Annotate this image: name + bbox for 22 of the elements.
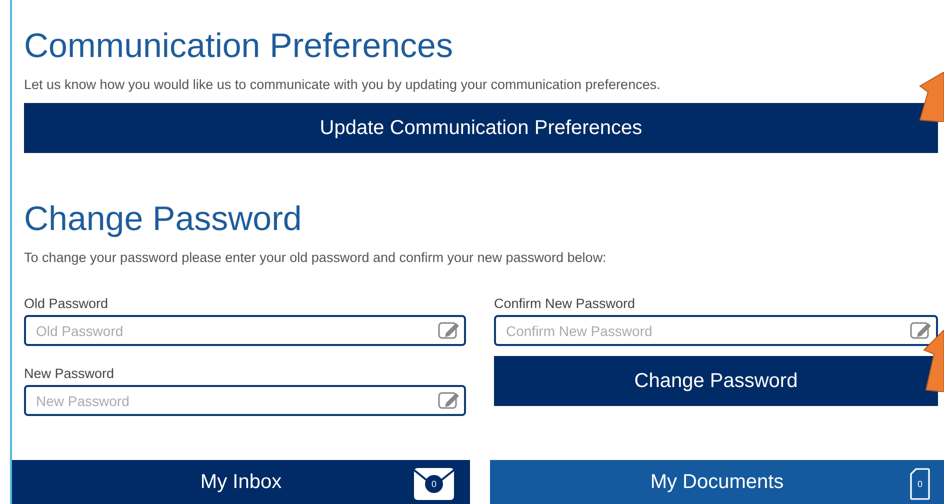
edit-icon[interactable] xyxy=(438,391,460,409)
password-field[interactable]: New Password xyxy=(24,385,466,416)
field-label: Confirm New Password xyxy=(494,296,636,311)
count-text: 0 xyxy=(432,479,436,489)
count-text: 0 xyxy=(918,479,922,489)
pointer-arrow-icon xyxy=(918,72,944,122)
change-password-button[interactable]: Change Password xyxy=(494,356,938,406)
description-text: Let us know how you would like us to communicate with you by updating your communication preferences. xyxy=(24,77,662,92)
edit-icon[interactable] xyxy=(438,321,460,339)
inbox-tile[interactable]: My Inbox 0 xyxy=(12,460,470,504)
update-preferences-button[interactable]: Update Communication Preferences xyxy=(24,103,938,153)
tile-label: My Documents xyxy=(650,470,784,494)
documents-tile[interactable]: My Documents 0 xyxy=(490,460,944,504)
edit-icon[interactable] xyxy=(910,321,932,339)
section-heading: Communication Preferences xyxy=(24,26,454,67)
tile-label: My Inbox xyxy=(200,470,282,494)
field-label: New Password xyxy=(24,366,116,381)
field-label: Old Password xyxy=(24,296,110,311)
section-heading: Change Password xyxy=(24,199,303,240)
password-field[interactable]: Old Password xyxy=(24,315,466,346)
description-text: To change your password please enter your old password and confirm your new password below: xyxy=(24,250,608,265)
password-field[interactable]: Confirm New Password xyxy=(494,315,938,346)
